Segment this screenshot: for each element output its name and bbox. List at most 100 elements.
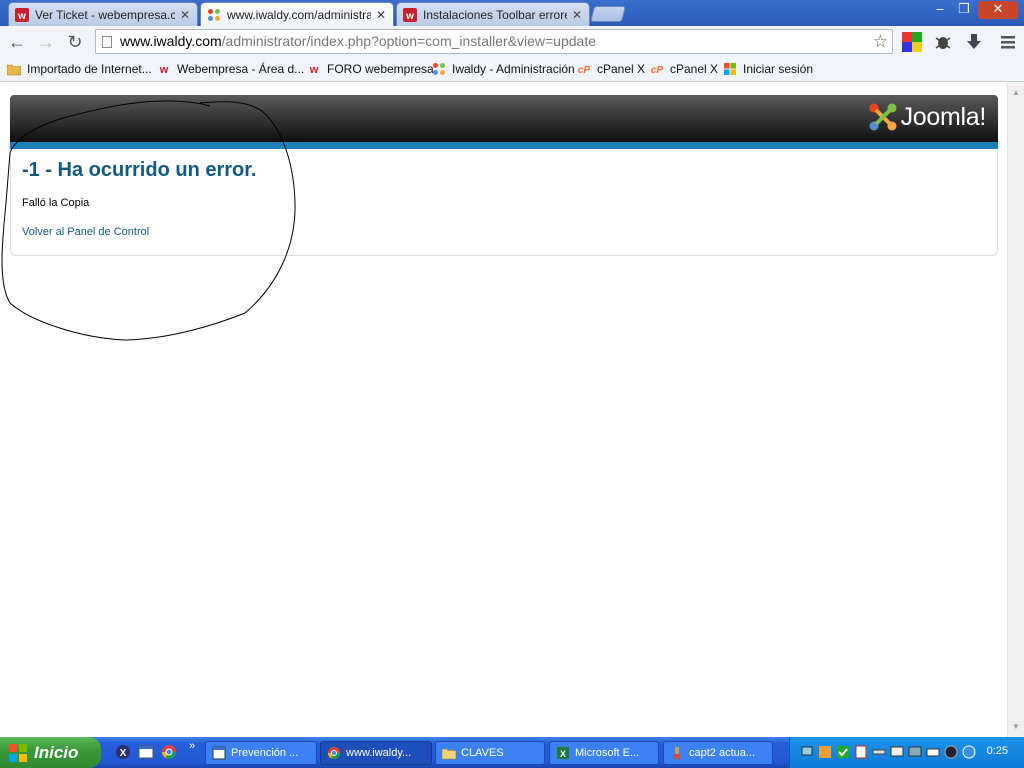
vertical-scrollbar[interactable]: ▲ ▼ bbox=[1007, 83, 1024, 737]
tab-close-icon[interactable]: ✕ bbox=[375, 8, 387, 22]
tab-label: Instalaciones Toolbar errores bbox=[423, 7, 567, 22]
restore-button[interactable]: ❐ bbox=[952, 1, 976, 19]
system-tray: 0:25 bbox=[789, 737, 1024, 768]
reload-icon[interactable]: ↻ bbox=[63, 30, 87, 54]
svg-text:w: w bbox=[17, 11, 26, 22]
tray-monitor-icon[interactable] bbox=[908, 745, 922, 759]
bookmark-label: cPanel X bbox=[597, 62, 646, 76]
page-icon bbox=[102, 36, 112, 48]
tab-label: www.iwaldy.com/administrator bbox=[227, 8, 371, 22]
tray-display-icon[interactable] bbox=[890, 745, 904, 759]
error-title: -1 - Ha ocurrido un error. bbox=[22, 159, 257, 181]
bookmark-star-icon[interactable]: ☆ bbox=[873, 32, 888, 52]
bookmark-label: Iwaldy - Administración bbox=[452, 62, 575, 76]
error-panel: -1 - Ha ocurrido un error. Falló la Copi… bbox=[10, 149, 998, 256]
taskbar-button-prevencion[interactable]: Prevención ... bbox=[205, 741, 317, 765]
back-to-control-panel-link[interactable]: Volver al Panel de Control bbox=[22, 226, 149, 238]
quicklaunch-chrome-icon[interactable] bbox=[161, 744, 177, 760]
url-text[interactable]: www.iwaldy.com/administrator/index.php?o… bbox=[120, 30, 596, 53]
tab-close-icon[interactable]: ✕ bbox=[571, 8, 583, 22]
address-bar[interactable]: www.iwaldy.com/administrator/index.php?o… bbox=[95, 29, 893, 54]
tab-iwaldy-admin[interactable]: www.iwaldy.com/administrator ✕ bbox=[200, 2, 394, 27]
tray-sync-icon[interactable] bbox=[962, 745, 976, 759]
menu-icon[interactable] bbox=[998, 32, 1018, 52]
taskbar-button-iwaldy[interactable]: www.iwaldy... bbox=[320, 741, 432, 765]
scroll-up-icon[interactable]: ▲ bbox=[1008, 85, 1024, 101]
joomla-logo-icon bbox=[869, 103, 897, 131]
tray-check-icon[interactable] bbox=[836, 745, 850, 759]
tab-strip: w Ver Ticket - webempresa.com ✕ www.iwal… bbox=[0, 0, 1024, 27]
webempresa-icon: w bbox=[309, 64, 319, 76]
url-host: www.iwaldy.com bbox=[120, 33, 222, 49]
taskbar: Inicio X » Prevención ... www.iwaldy... … bbox=[0, 737, 1024, 768]
start-button[interactable]: Inicio bbox=[0, 737, 101, 768]
minimize-button[interactable]: – bbox=[928, 1, 952, 19]
taskbar-button-label: CLAVES bbox=[461, 747, 504, 759]
tab-ver-ticket[interactable]: w Ver Ticket - webempresa.com ✕ bbox=[8, 2, 198, 26]
svg-text:w: w bbox=[309, 64, 319, 76]
paint-icon bbox=[674, 747, 680, 759]
bookmark-label: FORO webempresa bbox=[327, 62, 434, 76]
bookmark-webempresa-area[interactable]: w Webempresa - Área d... bbox=[157, 62, 304, 76]
svg-text:w: w bbox=[405, 11, 414, 22]
cpanel-icon: cP bbox=[651, 65, 664, 76]
quicklaunch-more-icon[interactable]: » bbox=[189, 740, 195, 752]
windows-flag-icon bbox=[724, 63, 736, 75]
excel-icon: X bbox=[557, 747, 569, 759]
joomla-icon bbox=[433, 63, 445, 75]
bookmark-label: Iniciar sesión bbox=[743, 62, 814, 76]
error-message: Falló la Copia bbox=[22, 197, 90, 209]
taskbar-button-label: capt2 actua... bbox=[689, 747, 756, 759]
scroll-down-icon[interactable]: ▼ bbox=[1008, 719, 1024, 735]
webempresa-icon: w bbox=[159, 64, 169, 76]
svg-text:X: X bbox=[560, 749, 566, 759]
bookmark-cpanel-1[interactable]: cP cPanel X bbox=[577, 62, 645, 76]
webempresa-icon: w bbox=[15, 7, 29, 22]
tray-antivirus-icon[interactable] bbox=[944, 745, 958, 759]
folder-icon bbox=[7, 64, 21, 76]
taskbar-button-excel[interactable]: X Microsoft E... bbox=[549, 741, 659, 765]
joomla-wordmark: Joomla! bbox=[900, 102, 987, 131]
tray-tool-icon[interactable] bbox=[872, 745, 886, 759]
tab-close-icon[interactable]: ✕ bbox=[179, 8, 191, 22]
download-icon[interactable] bbox=[964, 32, 984, 52]
bookmark-cpanel-2[interactable]: cP cPanel X bbox=[650, 62, 718, 76]
chrome-icon bbox=[327, 746, 341, 760]
clock: 0:25 bbox=[986, 745, 1008, 757]
taskbar-button-capt2[interactable]: capt2 actua... bbox=[663, 741, 773, 765]
taskbar-button-label: Microsoft E... bbox=[575, 747, 640, 759]
taskbar-button-claves[interactable]: CLAVES bbox=[435, 741, 545, 765]
forward-arrow-icon[interactable]: → bbox=[34, 30, 58, 54]
tray-keyboard-icon[interactable] bbox=[926, 745, 940, 759]
svg-text:cP: cP bbox=[578, 65, 591, 76]
quicklaunch-ie-icon[interactable] bbox=[138, 744, 154, 760]
tab-instalaciones[interactable]: w Instalaciones Toolbar errores ✕ bbox=[396, 2, 590, 26]
joomla-header: Joomla! bbox=[10, 95, 998, 149]
pdf-tray-icon[interactable] bbox=[854, 745, 868, 759]
bookmark-iniciar-sesion[interactable]: Iniciar sesión bbox=[723, 62, 813, 76]
bookmark-label: Importado de Internet... bbox=[27, 62, 152, 76]
close-window-button[interactable]: ✕ bbox=[978, 1, 1018, 19]
bookmark-importado[interactable]: Importado de Internet... bbox=[7, 62, 152, 76]
new-tab-button[interactable] bbox=[590, 6, 626, 22]
start-label: Inicio bbox=[34, 742, 79, 762]
taskbar-button-label: Prevención ... bbox=[231, 747, 299, 759]
svg-text:w: w bbox=[159, 64, 169, 76]
back-arrow-icon[interactable]: ← bbox=[5, 30, 29, 54]
bookmark-label: Webempresa - Área d... bbox=[177, 62, 305, 76]
joomla-icon bbox=[208, 9, 220, 21]
bookmark-foro-webempresa[interactable]: w FORO webempresa bbox=[307, 62, 434, 76]
network-tray-icon[interactable] bbox=[800, 745, 814, 759]
bug-extension-icon[interactable] bbox=[933, 32, 953, 52]
quicklaunch-x-icon[interactable]: X bbox=[115, 744, 131, 760]
bookmark-iwaldy-admin[interactable]: Iwaldy - Administración bbox=[432, 62, 575, 76]
webempresa-icon: w bbox=[403, 7, 417, 22]
extension-color-icon[interactable] bbox=[902, 32, 922, 52]
bookmark-label: cPanel X bbox=[670, 62, 719, 76]
svg-text:X: X bbox=[120, 748, 127, 759]
tray-app-icon[interactable] bbox=[818, 745, 832, 759]
tab-label: Ver Ticket - webempresa.com bbox=[35, 7, 175, 22]
bookmarks-bar: Importado de Internet... w Webempresa - … bbox=[0, 58, 1024, 82]
page-viewport: Joomla! -1 - Ha ocurrido un error. Falló… bbox=[0, 83, 1024, 737]
cpanel-icon: cP bbox=[578, 65, 591, 76]
